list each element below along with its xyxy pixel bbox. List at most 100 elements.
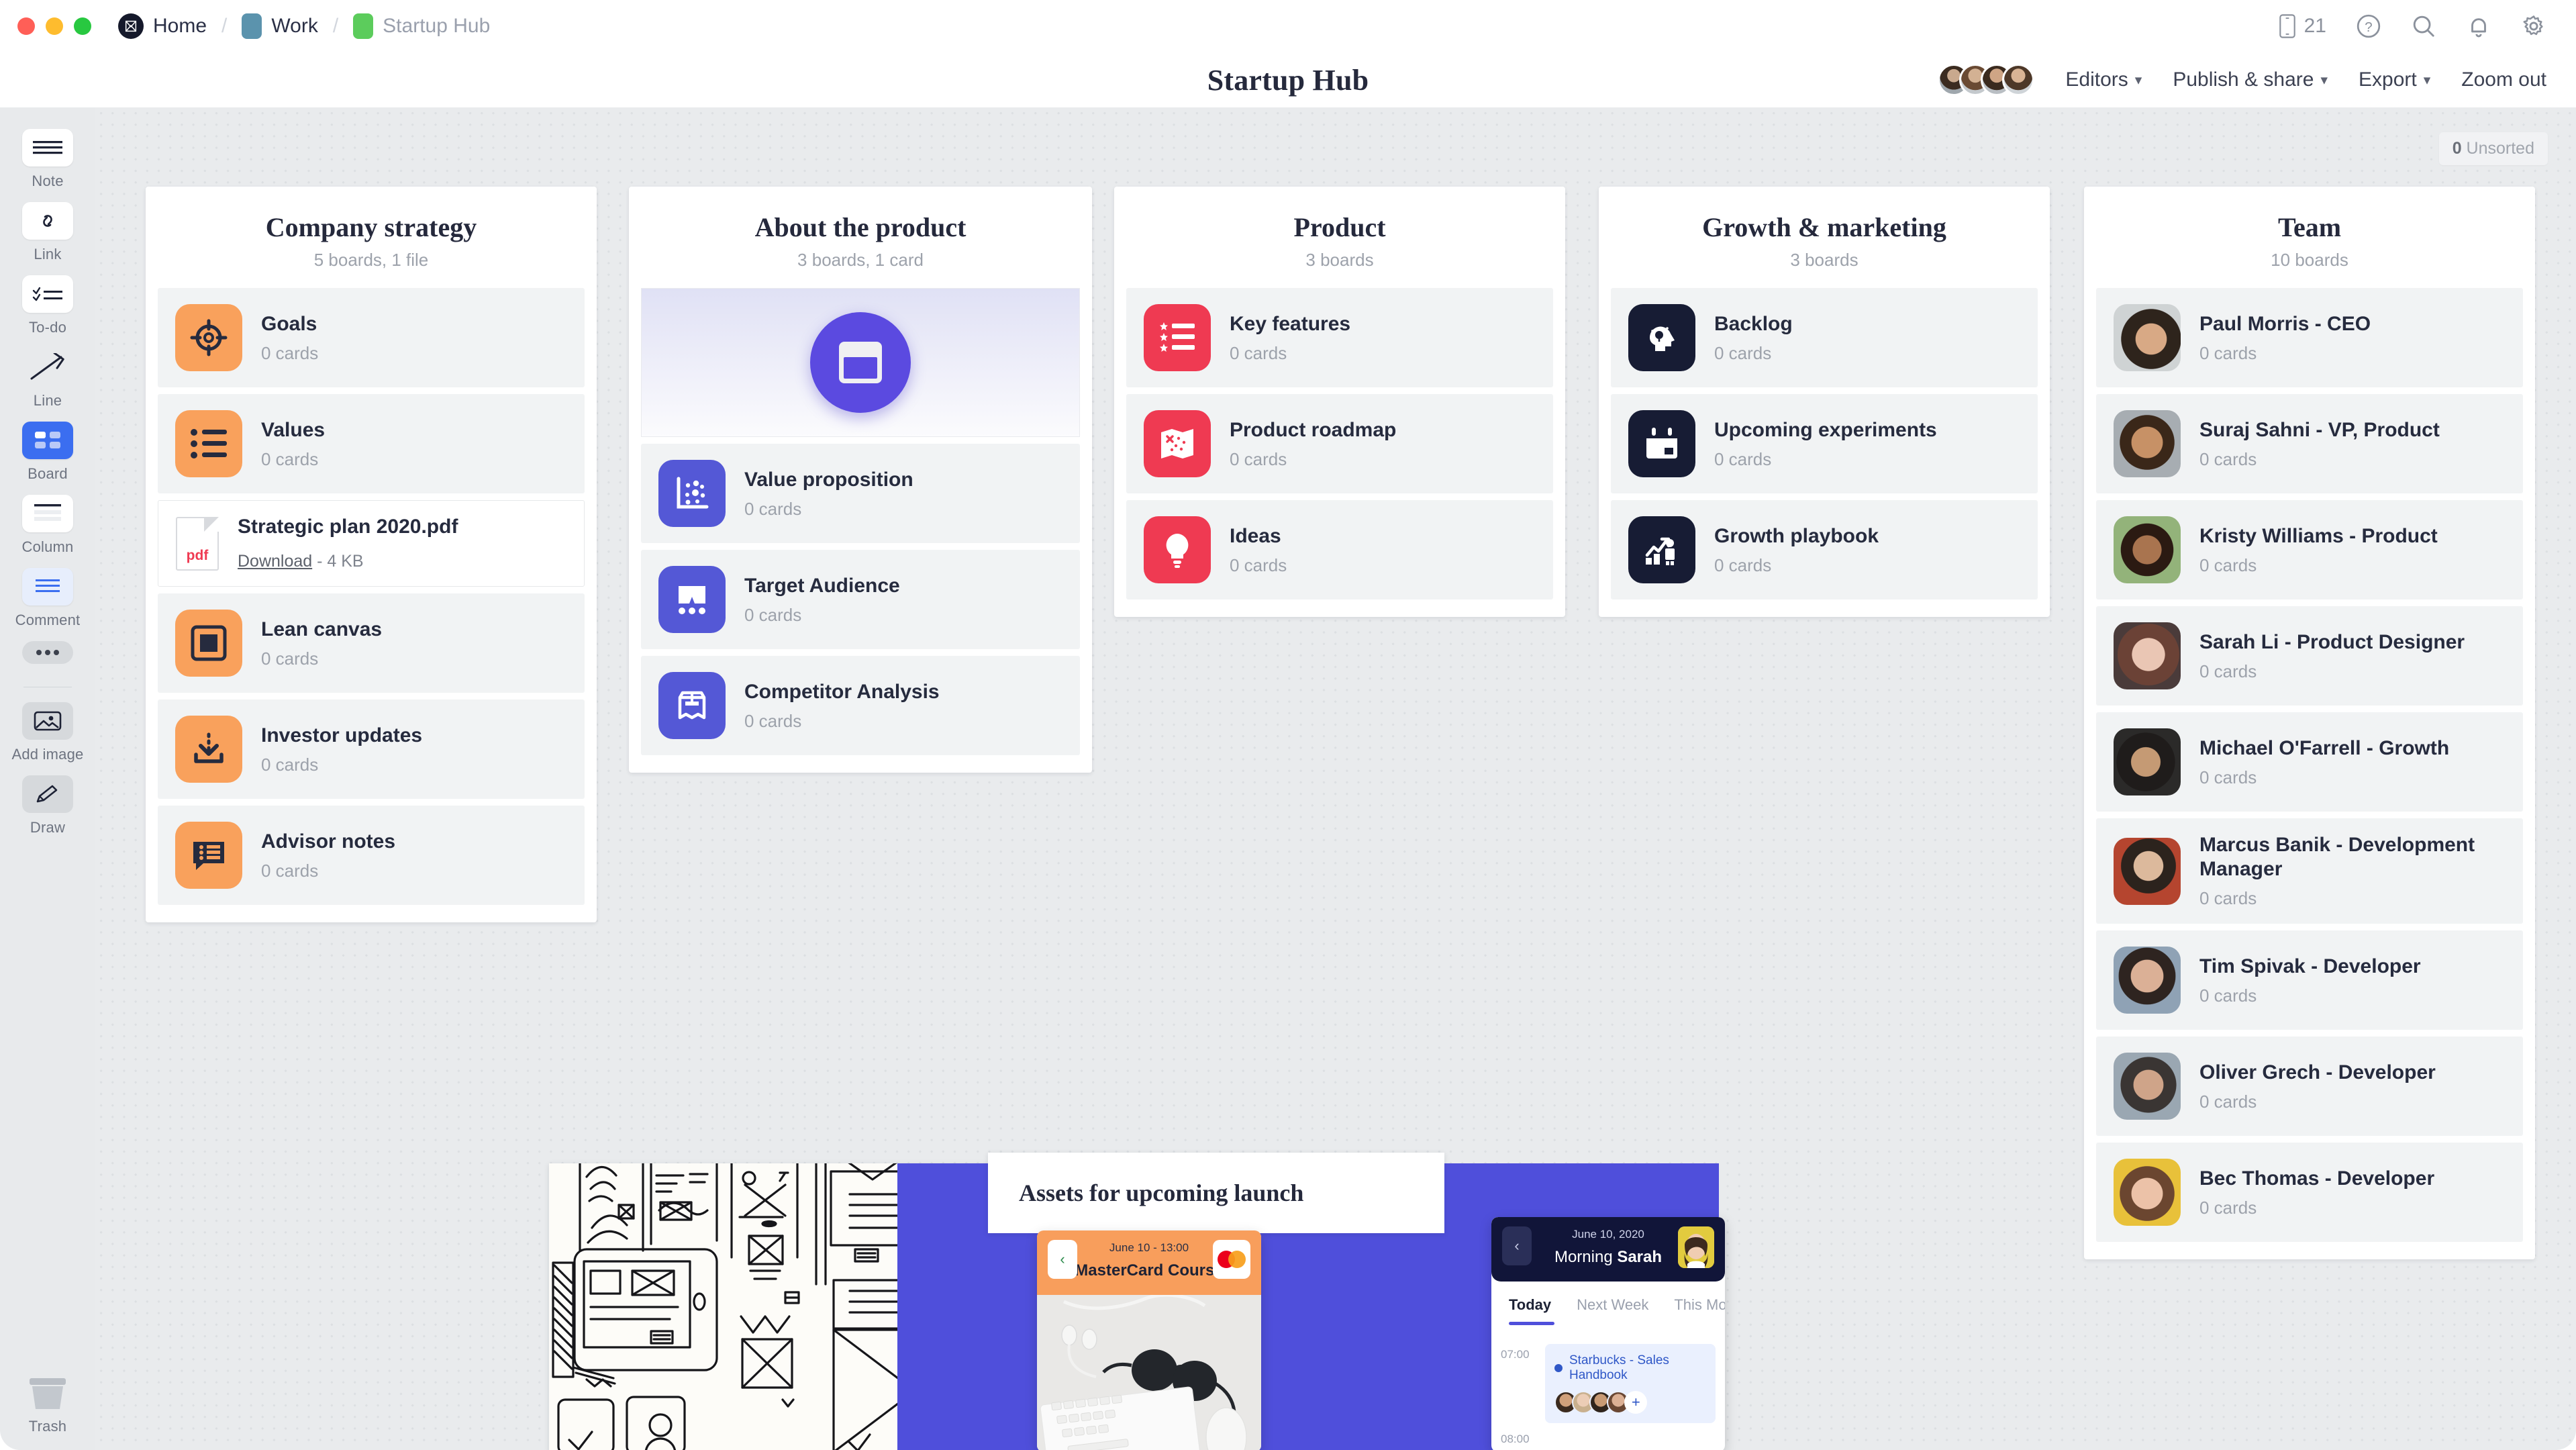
add-attendee-button[interactable]: +: [1624, 1391, 1647, 1414]
chevron-left-icon[interactable]: ‹: [1048, 1240, 1077, 1279]
schedule-list: 07:00 Starbucks - Sales Handbook + 08:00: [1491, 1325, 1725, 1450]
column-growth-marketing[interactable]: Growth & marketing 3 boards Backlog 0 ca…: [1599, 187, 2050, 617]
board-card-key-features[interactable]: Key features 0 cards: [1126, 288, 1553, 387]
column-title: Product: [1293, 212, 1386, 242]
schedule-row[interactable]: 07:00 Starbucks - Sales Handbook +: [1491, 1344, 1725, 1429]
breadcrumb-item-home[interactable]: Home: [118, 13, 207, 39]
schedule-event[interactable]: Starbucks - Sales Handbook +: [1545, 1344, 1716, 1423]
tool-column[interactable]: Column: [11, 495, 85, 556]
board-card-marcus-banik[interactable]: Marcus Banik - Development Manager 0 car…: [2096, 818, 2523, 924]
mobile-app-button[interactable]: 21: [2277, 13, 2326, 39]
column-team[interactable]: Team 10 boards Paul Morris - CEO 0 cards…: [2084, 187, 2535, 1259]
board-name: Tim Spivak - Developer: [2199, 955, 2421, 977]
chevron-down-icon: ▾: [2320, 72, 2328, 88]
column-company-strategy[interactable]: Company strategy 5 boards, 1 file Goals …: [146, 187, 597, 922]
board-card-advisor-notes[interactable]: Advisor notes 0 cards: [158, 806, 585, 905]
minimize-window-button[interactable]: [46, 17, 63, 35]
board-header: Startup Hub Editors ▾ Publish & share ▾ …: [0, 52, 2576, 107]
product-hero-image[interactable]: [641, 288, 1080, 437]
mastercard-course-mockup[interactable]: ‹ June 10 - 13:00 MasterCard Course: [1037, 1230, 1261, 1450]
trash-icon: [27, 1377, 68, 1412]
board-card-upcoming-experiments[interactable]: Upcoming experiments 0 cards: [1611, 394, 2038, 493]
column-product[interactable]: Product 3 boards Key features 0 cards Pr…: [1114, 187, 1565, 617]
assets-label-card[interactable]: Assets for upcoming launch: [988, 1153, 1444, 1233]
morning-sarah-calendar-mockup[interactable]: ‹ June 10, 2020 Morning Sarah Today Next…: [1491, 1217, 1725, 1450]
todo-icon: [22, 275, 73, 313]
board-card-backlog[interactable]: Backlog 0 cards: [1611, 288, 2038, 387]
editor-avatars[interactable]: [1938, 64, 2035, 96]
file-download-link[interactable]: Download: [238, 552, 312, 571]
breadcrumb-item-startup-hub[interactable]: Startup Hub: [353, 13, 490, 39]
editors-menu-button[interactable]: Editors ▾: [2065, 68, 2142, 91]
search-button[interactable]: [2411, 13, 2436, 39]
board-card-count: 0 cards: [2199, 661, 2257, 681]
file-card-strategic-plan[interactable]: pdf Strategic plan 2020.pdf Download - 4…: [158, 500, 585, 587]
board-card-ideas[interactable]: Ideas 0 cards: [1126, 500, 1553, 599]
tool-note[interactable]: Note: [11, 129, 85, 190]
breadcrumb-label-work: Work: [271, 15, 318, 37]
tool-label-note: Note: [32, 173, 64, 189]
board-card-count: 0 cards: [744, 604, 802, 625]
pdf-badge-label: pdf: [186, 547, 209, 563]
tool-board[interactable]: Board: [11, 422, 85, 483]
publish-share-menu-button[interactable]: Publish & share ▾: [2173, 68, 2328, 91]
tab-today[interactable]: Today: [1509, 1296, 1551, 1314]
board-card-value-proposition[interactable]: Value proposition 0 cards: [641, 444, 1080, 543]
unsorted-badge[interactable]: 0 Unsorted: [2438, 132, 2548, 165]
export-menu-button[interactable]: Export ▾: [2359, 68, 2430, 91]
chevron-down-icon: ▾: [2134, 72, 2142, 88]
board-card-lean-canvas[interactable]: Lean canvas 0 cards: [158, 593, 585, 693]
tab-next-week[interactable]: Next Week: [1577, 1296, 1648, 1314]
board-card-count: 0 cards: [261, 648, 319, 669]
board-card-kristy-williams[interactable]: Kristy Williams - Product 0 cards: [2096, 500, 2523, 599]
board-card-product-roadmap[interactable]: Product roadmap 0 cards: [1126, 394, 1553, 493]
mobile-icon: [2279, 14, 2295, 38]
breadcrumb-label-startup-hub: Startup Hub: [383, 15, 491, 37]
board-icon: [22, 422, 73, 459]
schedule-time: 07:00: [1501, 1348, 1530, 1361]
tool-todo[interactable]: To-do: [11, 275, 85, 336]
maximize-window-button[interactable]: [74, 17, 91, 35]
breadcrumb: Home / Work / Startup Hub: [118, 13, 490, 39]
zoom-out-label: Zoom out: [2461, 68, 2546, 91]
column-header: Company strategy 5 boards, 1 file: [146, 187, 597, 271]
settings-button[interactable]: [2521, 13, 2546, 39]
board-name: Target Audience: [744, 574, 900, 597]
board-card-michael-ofarrell[interactable]: Michael O'Farrell - Growth 0 cards: [2096, 712, 2523, 812]
board-card-oliver-grech[interactable]: Oliver Grech - Developer 0 cards: [2096, 1036, 2523, 1136]
avatar-marcus-banik: [2114, 837, 2181, 905]
schedule-event-title: Starbucks - Sales Handbook: [1569, 1353, 1669, 1382]
board-card-growth-playbook[interactable]: Growth playbook 0 cards: [1611, 500, 2038, 599]
board-name: Marcus Banik - Development Manager: [2199, 834, 2475, 880]
board-card-investor-updates[interactable]: Investor updates 0 cards: [158, 699, 585, 799]
tool-trash[interactable]: Trash: [27, 1377, 68, 1435]
board-card-competitor-analysis[interactable]: Competitor Analysis 0 cards: [641, 656, 1080, 755]
help-button[interactable]: ?: [2356, 13, 2381, 39]
board-card-goals[interactable]: Goals 0 cards: [158, 288, 585, 387]
export-label: Export: [2359, 68, 2417, 91]
tool-more[interactable]: [11, 641, 85, 664]
canvas-frame-icon: [175, 610, 242, 677]
tool-comment[interactable]: Comment: [11, 568, 85, 629]
close-window-button[interactable]: [17, 17, 35, 35]
notifications-button[interactable]: [2466, 13, 2491, 39]
tool-add-image[interactable]: Add image: [11, 702, 85, 763]
board-name: Value proposition: [744, 468, 913, 491]
chevron-left-icon[interactable]: ‹: [1502, 1226, 1532, 1265]
board-card-sarah-li[interactable]: Sarah Li - Product Designer 0 cards: [2096, 606, 2523, 706]
tool-draw[interactable]: Draw: [11, 775, 85, 836]
breadcrumb-item-work[interactable]: Work: [242, 13, 318, 39]
board-canvas[interactable]: 0 Unsorted Company strategy 5 boards, 1 …: [95, 107, 2576, 1450]
board-card-tim-spivak[interactable]: Tim Spivak - Developer 0 cards: [2096, 930, 2523, 1030]
board-card-paul-morris[interactable]: Paul Morris - CEO 0 cards: [2096, 288, 2523, 387]
tool-line[interactable]: Line: [11, 348, 85, 409]
tab-this-month[interactable]: This Mo: [1674, 1296, 1725, 1314]
zoom-out-button[interactable]: Zoom out: [2461, 68, 2546, 91]
board-card-target-audience[interactable]: Target Audience 0 cards: [641, 550, 1080, 649]
board-card-bec-thomas[interactable]: Bec Thomas - Developer 0 cards: [2096, 1143, 2523, 1242]
board-card-values[interactable]: Values 0 cards: [158, 394, 585, 493]
board-card-count: 0 cards: [2199, 1197, 2257, 1218]
tool-link[interactable]: Link: [11, 202, 85, 263]
board-card-suraj-sahni[interactable]: Suraj Sahni - VP, Product 0 cards: [2096, 394, 2523, 493]
column-about-the-product[interactable]: About the product 3 boards, 1 card Value…: [629, 187, 1092, 773]
